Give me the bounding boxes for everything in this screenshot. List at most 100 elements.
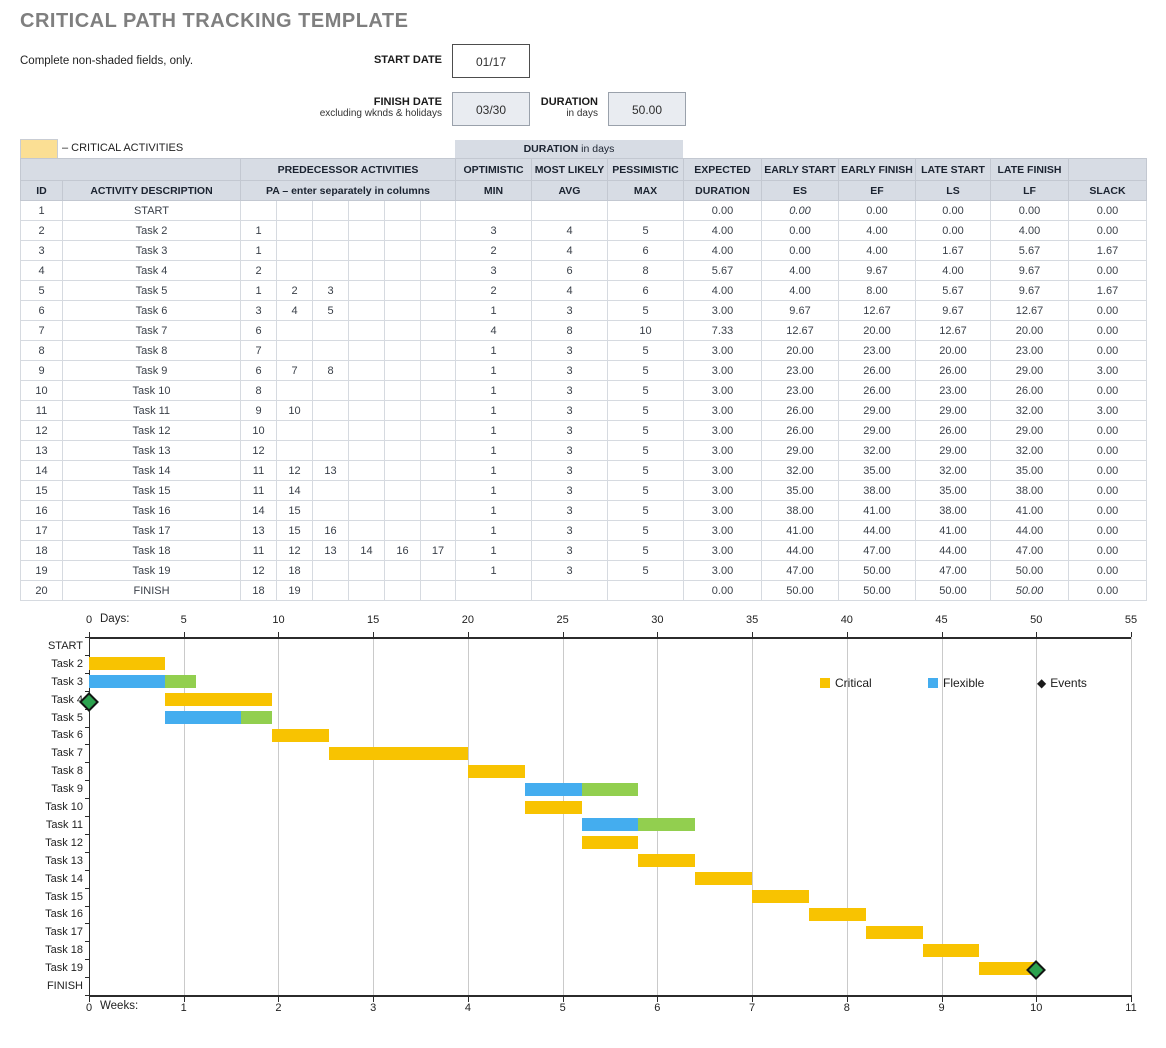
- avg-cell[interactable]: 3: [532, 481, 608, 501]
- pa-cell[interactable]: 10: [241, 421, 277, 441]
- max-cell[interactable]: 5: [608, 361, 684, 381]
- pa-cell[interactable]: [313, 221, 349, 241]
- pa-cell[interactable]: 6: [241, 361, 277, 381]
- pa-cell[interactable]: 10: [277, 401, 313, 421]
- pa-cell[interactable]: [421, 441, 456, 461]
- pa-cell[interactable]: [385, 461, 421, 481]
- pa-cell[interactable]: [421, 281, 456, 301]
- pa-cell[interactable]: 7: [277, 361, 313, 381]
- activity-cell[interactable]: Task 10: [63, 381, 241, 401]
- id-cell[interactable]: 3: [21, 241, 63, 261]
- max-cell[interactable]: 5: [608, 421, 684, 441]
- pa-cell[interactable]: [349, 481, 385, 501]
- pa-cell[interactable]: 12: [277, 541, 313, 561]
- min-cell[interactable]: 1: [456, 361, 532, 381]
- pa-cell[interactable]: [385, 221, 421, 241]
- pa-cell[interactable]: [313, 481, 349, 501]
- pa-cell[interactable]: 14: [349, 541, 385, 561]
- pa-cell[interactable]: [349, 221, 385, 241]
- avg-cell[interactable]: 3: [532, 561, 608, 581]
- pa-cell[interactable]: [313, 441, 349, 461]
- pa-cell[interactable]: [385, 261, 421, 281]
- pa-cell[interactable]: [385, 381, 421, 401]
- pa-cell[interactable]: 2: [241, 261, 277, 281]
- pa-cell[interactable]: [385, 441, 421, 461]
- max-cell[interactable]: 6: [608, 241, 684, 261]
- pa-cell[interactable]: 12: [241, 441, 277, 461]
- min-cell[interactable]: 1: [456, 461, 532, 481]
- pa-cell[interactable]: 19: [277, 581, 313, 601]
- pa-cell[interactable]: [349, 381, 385, 401]
- pa-cell[interactable]: [277, 241, 313, 261]
- max-cell[interactable]: 10: [608, 321, 684, 341]
- activity-cell[interactable]: Task 17: [63, 521, 241, 541]
- start-date-input[interactable]: 01/17: [452, 44, 530, 78]
- pa-cell[interactable]: [421, 261, 456, 281]
- activity-cell[interactable]: Task 16: [63, 501, 241, 521]
- activity-cell[interactable]: Task 4: [63, 261, 241, 281]
- max-cell[interactable]: 5: [608, 561, 684, 581]
- pa-cell[interactable]: 16: [385, 541, 421, 561]
- pa-cell[interactable]: [313, 401, 349, 421]
- max-cell[interactable]: 5: [608, 541, 684, 561]
- max-cell[interactable]: 5: [608, 501, 684, 521]
- id-cell[interactable]: 14: [21, 461, 63, 481]
- pa-cell[interactable]: [313, 421, 349, 441]
- pa-cell[interactable]: [277, 441, 313, 461]
- pa-cell[interactable]: [277, 421, 313, 441]
- pa-cell[interactable]: [349, 561, 385, 581]
- id-cell[interactable]: 19: [21, 561, 63, 581]
- activity-cell[interactable]: FINISH: [63, 581, 241, 601]
- max-cell[interactable]: 5: [608, 441, 684, 461]
- activity-cell[interactable]: Task 11: [63, 401, 241, 421]
- pa-cell[interactable]: [385, 581, 421, 601]
- pa-cell[interactable]: [277, 321, 313, 341]
- pa-cell[interactable]: [421, 421, 456, 441]
- activity-cell[interactable]: Task 9: [63, 361, 241, 381]
- activity-cell[interactable]: Task 2: [63, 221, 241, 241]
- max-cell[interactable]: 5: [608, 461, 684, 481]
- min-cell[interactable]: 1: [456, 421, 532, 441]
- pa-cell[interactable]: [421, 341, 456, 361]
- min-cell[interactable]: 2: [456, 281, 532, 301]
- pa-cell[interactable]: [385, 301, 421, 321]
- max-cell[interactable]: 8: [608, 261, 684, 281]
- pa-cell[interactable]: [385, 421, 421, 441]
- pa-cell[interactable]: [421, 581, 456, 601]
- pa-cell[interactable]: [349, 261, 385, 281]
- pa-cell[interactable]: [313, 561, 349, 581]
- pa-cell[interactable]: [313, 241, 349, 261]
- pa-cell[interactable]: 13: [241, 521, 277, 541]
- pa-cell[interactable]: [349, 321, 385, 341]
- id-cell[interactable]: 9: [21, 361, 63, 381]
- id-cell[interactable]: 11: [21, 401, 63, 421]
- pa-cell[interactable]: [349, 241, 385, 261]
- pa-cell[interactable]: [421, 461, 456, 481]
- avg-cell[interactable]: 3: [532, 541, 608, 561]
- id-cell[interactable]: 4: [21, 261, 63, 281]
- min-cell[interactable]: 1: [456, 481, 532, 501]
- id-cell[interactable]: 15: [21, 481, 63, 501]
- pa-cell[interactable]: [421, 381, 456, 401]
- pa-cell[interactable]: 1: [241, 221, 277, 241]
- pa-cell[interactable]: [277, 261, 313, 281]
- max-cell[interactable]: 5: [608, 301, 684, 321]
- pa-cell[interactable]: 12: [241, 561, 277, 581]
- activity-cell[interactable]: Task 7: [63, 321, 241, 341]
- pa-cell[interactable]: 18: [241, 581, 277, 601]
- avg-cell[interactable]: 3: [532, 521, 608, 541]
- activity-cell[interactable]: Task 13: [63, 441, 241, 461]
- pa-cell[interactable]: 3: [313, 281, 349, 301]
- min-cell[interactable]: 1: [456, 381, 532, 401]
- max-cell[interactable]: 5: [608, 221, 684, 241]
- pa-cell[interactable]: [349, 401, 385, 421]
- pa-cell[interactable]: [385, 241, 421, 261]
- min-cell[interactable]: 1: [456, 541, 532, 561]
- pa-cell[interactable]: [421, 521, 456, 541]
- activity-cell[interactable]: START: [63, 201, 241, 221]
- pa-cell[interactable]: [385, 501, 421, 521]
- pa-cell[interactable]: 6: [241, 321, 277, 341]
- max-cell[interactable]: 5: [608, 521, 684, 541]
- pa-cell[interactable]: 18: [277, 561, 313, 581]
- min-cell[interactable]: 4: [456, 321, 532, 341]
